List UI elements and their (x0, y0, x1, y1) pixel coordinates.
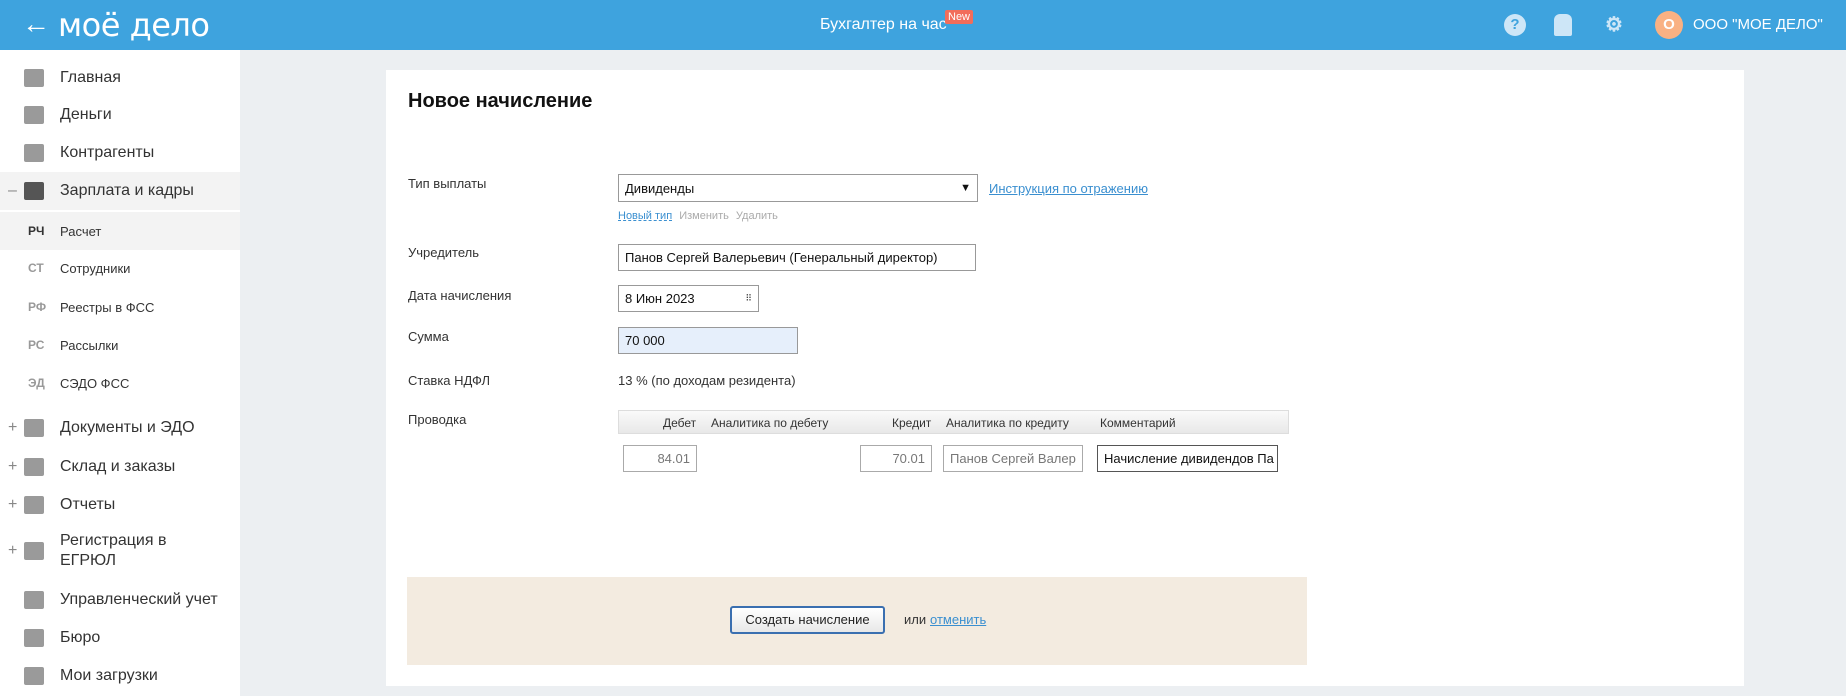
organization-name[interactable]: ООО "МОЕ ДЕЛО" (1693, 16, 1823, 33)
debit-field[interactable]: 84.01 (623, 445, 697, 472)
warehouse-icon (24, 458, 44, 476)
sidebar-subitem-employees[interactable]: СТ Сотрудники (0, 249, 240, 287)
back-arrow-icon[interactable]: ← (22, 9, 50, 39)
sidebar-item-contractors[interactable]: Контрагенты (0, 134, 240, 172)
sidebar-subitem-sedo[interactable]: ЭД СЭДО ФСС (0, 364, 240, 402)
folder-icon (24, 419, 44, 437)
sidebar-item-salary[interactable]: – Зарплата и кадры (0, 172, 240, 210)
sidebar-item-registration[interactable]: + Регистрация в ЕГРЮЛ (0, 527, 240, 575)
briefcase-icon (24, 629, 44, 647)
column-debit: Дебет (663, 416, 697, 430)
calendar-icon[interactable]: ⠿ (745, 293, 752, 304)
sidebar-subitem-calc[interactable]: РЧ Расчет (0, 212, 240, 250)
ruble-icon (24, 591, 44, 609)
ndfl-label: Ставка НДФЛ (408, 373, 491, 388)
expand-icon[interactable]: + (8, 496, 17, 514)
folder-icon (24, 667, 44, 685)
sidebar-item-bureau[interactable]: Бюро (0, 619, 240, 657)
ndfl-value: 13 % (по доходам резидента) (618, 373, 796, 388)
report-icon (24, 496, 44, 514)
column-debit-analytics: Аналитика по дебету (711, 416, 829, 430)
create-accrual-button[interactable]: Создать начисление (730, 606, 885, 634)
expand-icon[interactable]: + (8, 419, 17, 437)
column-credit: Кредит (892, 416, 932, 430)
collapse-icon[interactable]: – (8, 182, 17, 200)
expand-icon[interactable]: + (8, 458, 17, 476)
sidebar-subitem-mailings[interactable]: РС Рассылки (0, 326, 240, 364)
sidebar-item-reports[interactable]: + Отчеты (0, 486, 240, 524)
bell-icon[interactable] (1554, 14, 1572, 36)
accountant-per-hour-link[interactable]: Бухгалтер на час (820, 16, 947, 34)
sidebar-item-downloads[interactable]: Мои загрузки (0, 657, 240, 695)
expand-icon[interactable]: + (8, 542, 17, 560)
sidebar-item-management[interactable]: Управленческий учет (0, 581, 240, 619)
date-label: Дата начисления (408, 288, 512, 303)
avatar[interactable]: О (1655, 11, 1683, 39)
sum-label: Сумма (408, 329, 449, 344)
person-icon (24, 144, 44, 162)
comment-field[interactable]: Начисление дивидендов Па (1097, 445, 1278, 472)
credit-field[interactable]: 70.01 (860, 445, 932, 472)
date-value: 8 Июн 2023 (625, 291, 695, 306)
credit-analytics-field[interactable]: Панов Сергей Валер (943, 445, 1083, 472)
date-field[interactable]: 8 Июн 2023 ⠿ (618, 285, 759, 312)
top-bar: ← моё дело Бухгалтер на час New ? ⚙ О ОО… (0, 0, 1846, 50)
gear-icon[interactable]: ⚙ (1603, 14, 1625, 36)
payment-type-select[interactable]: Дивиденды ▼ (618, 174, 978, 202)
sidebar: Главная Деньги Контрагенты – Зарплата и к… (0, 50, 240, 696)
sidebar-item-money[interactable]: Деньги (0, 96, 240, 134)
new-type-link[interactable]: Новый тип (618, 210, 672, 222)
sidebar-item-warehouse[interactable]: + Склад и заказы (0, 448, 240, 486)
sidebar-subitem-fss-registers[interactable]: РФ Реестры в ФСС (0, 288, 240, 326)
sum-field[interactable]: 70 000 (618, 327, 798, 354)
founder-label: Учредитель (408, 245, 480, 260)
edit-type-link[interactable]: Изменить (679, 210, 729, 222)
chevron-down-icon: ▼ (960, 182, 971, 194)
or-text: или (904, 612, 927, 627)
payment-type-label: Тип выплаты (408, 176, 487, 191)
delete-type-link[interactable]: Удалить (736, 210, 778, 222)
logo[interactable]: моё дело (58, 6, 210, 44)
column-credit-analytics: Аналитика по кредиту (946, 416, 1069, 430)
form-footer: Создать начисление или отменить (407, 577, 1307, 665)
money-icon (24, 106, 44, 124)
help-icon[interactable]: ? (1504, 14, 1526, 36)
payment-type-value: Дивиденды (625, 180, 695, 196)
accrual-form: Новое начисление Тип выплаты Дивиденды ▼ … (386, 70, 1744, 686)
posting-label: Проводка (408, 412, 467, 427)
wallet-icon (24, 182, 44, 200)
page-title: Новое начисление (408, 90, 593, 112)
sidebar-item-home[interactable]: Главная (0, 59, 240, 97)
instruction-link[interactable]: Инструкция по отражению (989, 181, 1148, 196)
cancel-link[interactable]: отменить (930, 612, 986, 627)
home-icon (24, 69, 44, 87)
column-comment: Комментарий (1100, 416, 1176, 430)
posting-table-header: Дебет Аналитика по дебету Кредит Аналити… (618, 410, 1289, 434)
registration-icon (24, 542, 44, 560)
founder-field[interactable]: Панов Сергей Валерьевич (Генеральный дир… (618, 244, 976, 271)
new-badge: New (945, 10, 974, 24)
sidebar-item-documents[interactable]: + Документы и ЭДО (0, 409, 240, 447)
